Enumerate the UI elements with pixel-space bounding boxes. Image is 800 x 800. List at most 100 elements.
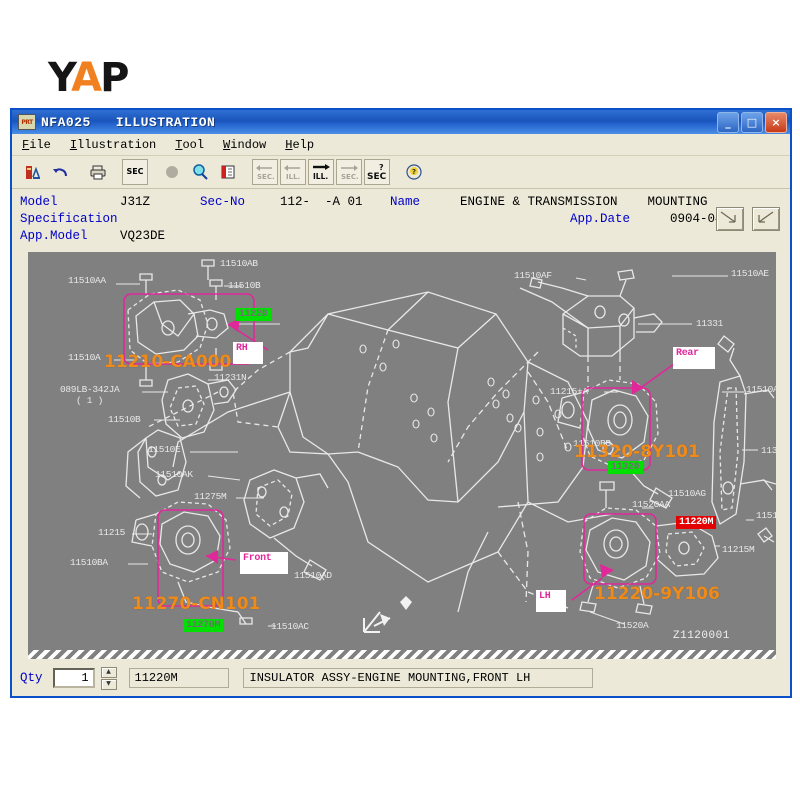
- appmodel-value: VQ23DE: [120, 228, 166, 243]
- zoom-icon[interactable]: [187, 159, 213, 185]
- torn-edge-decoration: [28, 650, 776, 659]
- part-label: 11510AC: [271, 621, 309, 632]
- side-callout-text: Front: [240, 552, 288, 574]
- part-label: ( 1 ): [76, 395, 104, 406]
- circle-icon[interactable]: [159, 159, 185, 185]
- logo-letter-p: P: [100, 55, 129, 101]
- sec-icon[interactable]: SEC: [122, 159, 148, 185]
- selected-part-number: 11320-8Y101: [574, 442, 700, 462]
- book-icon[interactable]: [215, 159, 241, 185]
- specification-label: Specification: [20, 211, 118, 226]
- part-label: 11510B: [108, 414, 141, 425]
- maximize-button[interactable]: □: [741, 112, 763, 133]
- highlight-text: 11270M: [183, 619, 224, 632]
- part-label: 11215: [98, 527, 126, 538]
- next-ill-icon[interactable]: ILL.: [308, 159, 334, 185]
- menu-item-tool[interactable]: Tool: [175, 138, 204, 152]
- secno-value: 112- -A 01: [280, 194, 363, 209]
- parts-book-icon[interactable]: [20, 159, 46, 185]
- side-callout: LH: [536, 590, 567, 612]
- qty-increment-button[interactable]: ▲: [100, 666, 117, 678]
- part-label: 11338: [761, 445, 776, 456]
- application-window: PRT NFA025 ILLUSTRATION _ □ × File Illus…: [10, 108, 792, 698]
- logo-area: YAP: [0, 20, 800, 105]
- menu-item-file[interactable]: File: [22, 138, 51, 152]
- name-value: ENGINE & TRANSMISSION MOUNTING: [460, 194, 708, 209]
- part-label: 11510AG: [668, 488, 706, 499]
- part-label: 11215+A: [550, 386, 588, 397]
- part-label: 11275M: [194, 491, 227, 502]
- yap-logo: YAP: [48, 55, 146, 101]
- model-label: Model: [20, 194, 58, 209]
- about-icon[interactable]: ?: [401, 159, 427, 185]
- svg-text:ILL.: ILL.: [313, 172, 328, 181]
- svg-text:?: ?: [379, 163, 384, 172]
- menu-label-window: indow: [230, 137, 267, 152]
- menu-item-window[interactable]: Window: [223, 138, 266, 152]
- menu-label-illustration: llustration: [77, 137, 157, 152]
- part-label: 11520A: [616, 620, 649, 631]
- appmodel-label: App.Model: [20, 228, 88, 243]
- highlight-text: 11220: [236, 308, 271, 321]
- part-label: 11510AH: [756, 510, 776, 521]
- part-label: 11510AA: [68, 275, 106, 286]
- menu-label-help: elp: [292, 137, 315, 152]
- prev-ill-icon: ILL.: [280, 159, 306, 185]
- sec-help-icon[interactable]: ? SEC: [364, 159, 390, 185]
- minimize-button[interactable]: _: [717, 112, 739, 133]
- illustration-canvas[interactable]: 11510AA 11510AB 11510B 11510A 089LB-342J…: [28, 252, 776, 652]
- highlight-badge: 11320: [608, 461, 643, 474]
- part-label: 11510B: [228, 280, 261, 291]
- svg-text:SEC.: SEC.: [257, 173, 275, 181]
- highlight-badge: 11270M: [183, 619, 224, 632]
- close-button[interactable]: ×: [765, 112, 787, 133]
- highlight-text: 11220M: [676, 516, 717, 529]
- undo-icon[interactable]: [48, 159, 74, 185]
- selected-part-description: INSULATOR ASSY-ENGINE MOUNTING,FRONT LH: [242, 668, 593, 688]
- toolbar: SEC SEC. ILL. ILL. SEC. ? SEC ?: [12, 156, 790, 189]
- sec-icon-label: SEC: [126, 167, 144, 176]
- header-row-model: Model J31Z Sec-No 112- -A 01 Name ENGINE…: [20, 193, 790, 210]
- next-illustration-button[interactable]: [716, 207, 744, 231]
- illustration-nav-buttons: [716, 207, 780, 231]
- window-controls: _ □ ×: [717, 112, 787, 133]
- menu-item-help[interactable]: Help: [285, 138, 314, 152]
- qty-stepper: ▲ ▼: [100, 666, 117, 690]
- menu-label-tool: ool: [182, 137, 205, 152]
- print-icon[interactable]: [85, 159, 111, 185]
- selected-part-number: 11210-CA000: [104, 352, 232, 372]
- part-label: 11510AF: [514, 270, 552, 281]
- svg-text:SEC.: SEC.: [341, 173, 359, 181]
- next-sec-icon: SEC.: [336, 159, 362, 185]
- menu-item-illustration[interactable]: Illustration: [70, 138, 156, 152]
- first-sec-icon: SEC.: [252, 159, 278, 185]
- previous-illustration-button[interactable]: [752, 207, 780, 231]
- svg-text:SEC: SEC: [367, 172, 387, 182]
- side-callout-text: LH: [536, 590, 567, 612]
- part-label: 11510BA: [70, 557, 108, 568]
- secno-label: Sec-No: [200, 194, 246, 209]
- illustration-header: Model J31Z Sec-No 112- -A 01 Name ENGINE…: [12, 189, 790, 243]
- part-label: 11520AA: [632, 499, 670, 510]
- part-label: 11331: [696, 318, 724, 329]
- side-callout: Rear: [673, 347, 715, 369]
- app-icon: PRT: [18, 114, 36, 130]
- selected-part-number: 11220-9Y106: [594, 584, 720, 604]
- qty-label: Qty: [20, 671, 43, 685]
- header-row-spec: Specification App.Date 0904-0406: [20, 210, 790, 227]
- model-value: J31Z: [120, 194, 151, 209]
- part-label: 11510E: [148, 444, 181, 455]
- side-callout-text: RH: [233, 342, 264, 364]
- part-label: 11231N: [214, 372, 247, 383]
- menu-bar: File Illustration Tool Window Help: [12, 134, 790, 156]
- part-label: 11510AE: [731, 268, 769, 279]
- menu-accel-illustration: I: [69, 137, 78, 152]
- part-label: 11510AH: [746, 384, 776, 395]
- window-title: NFA025 ILLUSTRATION: [41, 114, 216, 130]
- name-label: Name: [390, 194, 421, 209]
- qty-input[interactable]: 1: [52, 668, 95, 688]
- qty-decrement-button[interactable]: ▼: [100, 678, 117, 690]
- part-label: 11215M: [722, 544, 755, 555]
- part-label: 089LB-342JA: [60, 384, 120, 395]
- part-label: 11510AK: [155, 469, 193, 480]
